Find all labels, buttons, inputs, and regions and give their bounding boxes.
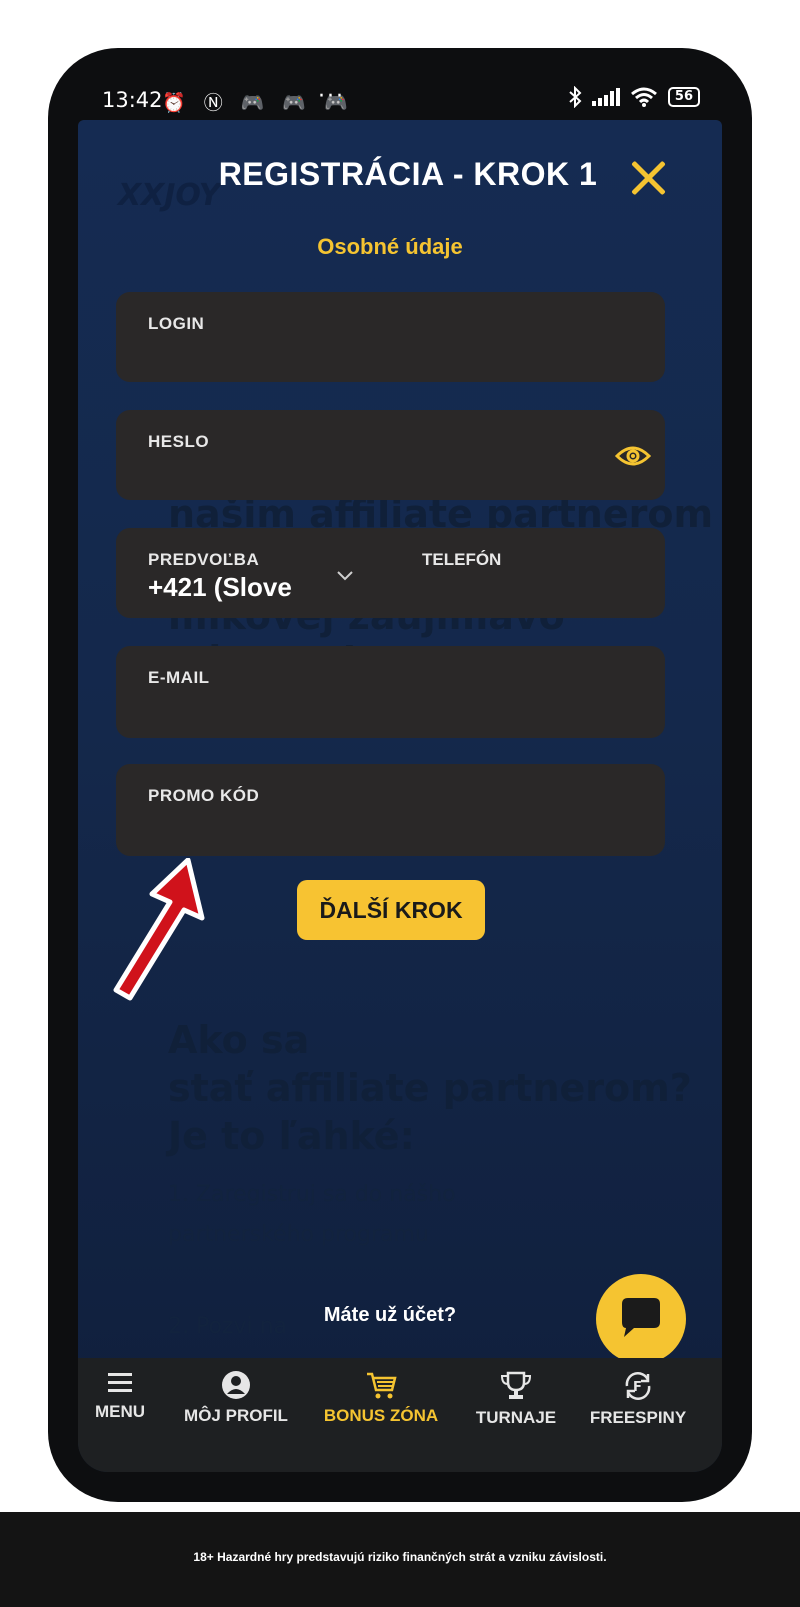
background-logo: XXJOY <box>118 178 221 213</box>
bottom-nav: MENU MÔJ PROFIL BONUS ZÓNA TURNAJE F FRE… <box>78 1358 722 1472</box>
phone-label: TELEFÓN <box>422 550 502 569</box>
nav-item-tournaments[interactable]: TURNAJE <box>468 1370 564 1428</box>
background-text: 1. Zaregistruj sa do nášho <box>168 1182 456 1207</box>
nav-label: MENU <box>94 1402 146 1421</box>
annotation-arrow <box>113 858 205 1001</box>
prefix-label: PREDVOĽBA <box>148 550 260 569</box>
promo-code-field[interactable]: PROMO KÓD <box>116 764 665 856</box>
footer: 18+ Hazardné hry predstavujú riziko fina… <box>0 1512 800 1607</box>
footer-disclaimer: 18+ Hazardné hry predstavujú riziko fina… <box>193 1550 607 1564</box>
chevron-down-icon[interactable] <box>336 566 354 584</box>
nav-item-profile[interactable]: MÔJ PROFIL <box>176 1370 296 1426</box>
dialog-subtitle: Osobné údaje <box>317 234 463 259</box>
password-input[interactable] <box>146 456 590 494</box>
promo-code-input[interactable] <box>146 810 630 848</box>
email-label: E-MAIL <box>148 668 210 687</box>
app-screen: XXJOY našim affiliate partnerom mikovej … <box>78 120 722 1472</box>
wifi-icon <box>630 87 657 107</box>
close-button[interactable] <box>628 158 668 198</box>
chat-icon <box>622 1298 660 1337</box>
nav-label: TURNAJE <box>475 1408 557 1427</box>
user-icon <box>222 1371 250 1399</box>
cart-icon <box>367 1372 397 1399</box>
status-time: 13:42 <box>102 88 163 112</box>
more-notifications-icon: ··· <box>318 84 345 109</box>
login-label: LOGIN <box>148 314 205 333</box>
background-text: partnerského programu <box>168 1222 429 1247</box>
status-right-icons: 56 <box>568 86 700 108</box>
background-text: stať affiliate partnerom? <box>168 1066 692 1110</box>
freespin-icon: F <box>625 1372 651 1400</box>
prefix-select[interactable]: +421 (Slove <box>148 572 296 603</box>
dialog-title: REGISTRÁCIA - KROK 1 <box>218 156 598 192</box>
nav-item-bonus-zone[interactable]: BONUS ZÓNA <box>316 1370 446 1426</box>
email-input[interactable] <box>146 692 630 730</box>
hamburger-icon <box>108 1373 132 1392</box>
nav-label: BONUS ZÓNA <box>323 1406 439 1425</box>
trophy-icon <box>500 1371 532 1399</box>
login-field[interactable]: LOGIN <box>116 292 665 382</box>
nav-item-freespins[interactable]: F FREESPINY <box>588 1370 688 1428</box>
email-field[interactable]: E-MAIL <box>116 646 665 738</box>
nav-label: MÔJ PROFIL <box>184 1406 288 1425</box>
battery-icon: 56 <box>667 87 700 107</box>
nav-item-menu[interactable]: MENU <box>88 1370 152 1422</box>
signal-icon <box>591 88 620 106</box>
promo-code-label: PROMO KÓD <box>148 786 260 805</box>
bluetooth-icon <box>569 86 582 108</box>
phone-input[interactable] <box>420 574 644 612</box>
password-field[interactable]: HESLO <box>116 410 665 500</box>
login-input[interactable] <box>146 338 630 376</box>
svg-text:F: F <box>633 1380 642 1395</box>
chat-button[interactable] <box>596 1274 686 1364</box>
phone-row: PREDVOĽBA +421 (Slove TELEFÓN <box>116 528 665 618</box>
background-text: Je to ľahké: <box>168 1114 415 1158</box>
show-password-icon[interactable] <box>615 444 651 468</box>
status-bar: 13:42 ⏰ Ⓝ 🎮 🎮 🎮 ··· 56 <box>100 84 700 118</box>
nav-label: FREESPINY <box>589 1408 687 1427</box>
password-label: HESLO <box>148 432 210 451</box>
background-text: Ako sa <box>168 1018 310 1062</box>
next-step-button[interactable]: ĎALŠÍ KROK <box>297 880 485 940</box>
